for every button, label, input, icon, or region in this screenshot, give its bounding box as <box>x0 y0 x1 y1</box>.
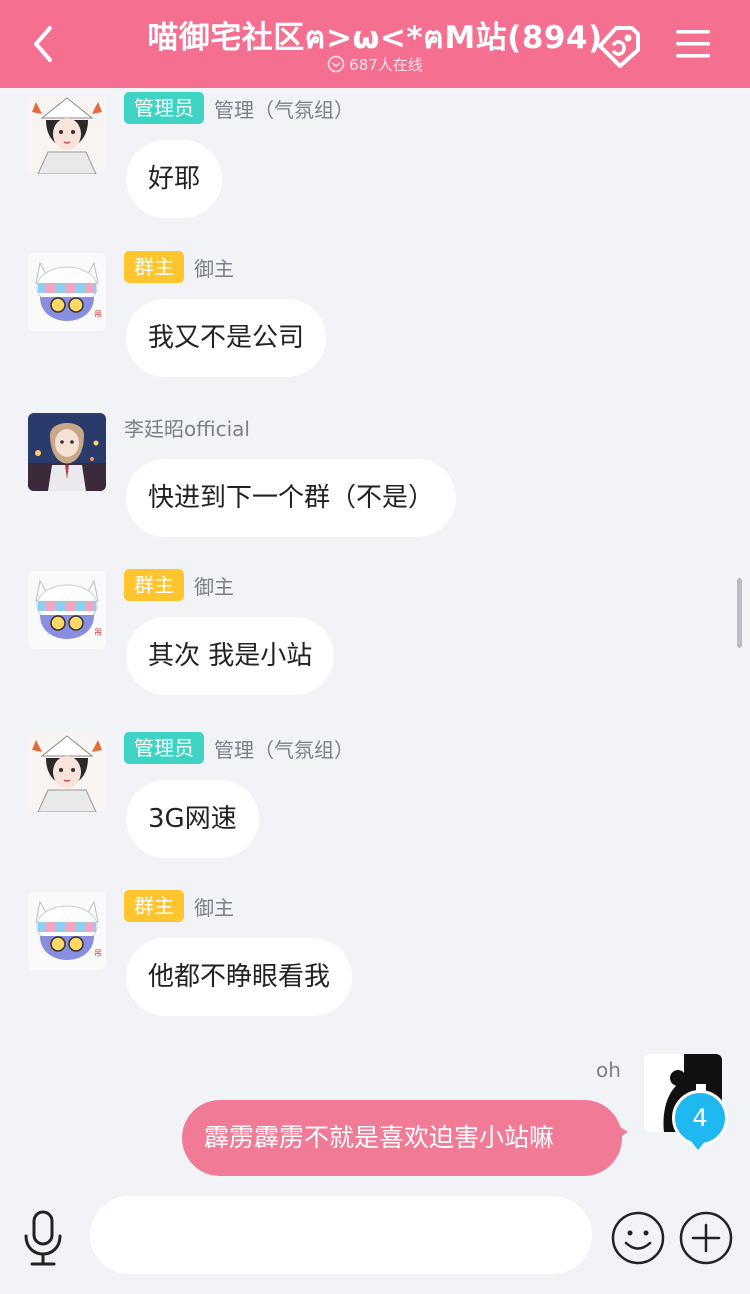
scrollbar[interactable] <box>737 578 742 648</box>
avatar[interactable] <box>28 96 106 174</box>
owner-badge: 群主 <box>124 569 184 601</box>
sender-meta: 群主 御主 <box>124 890 234 922</box>
avatar[interactable] <box>28 413 106 491</box>
message-bubble[interactable]: 快进到下一个群（不是） <box>126 459 457 537</box>
message-bubble[interactable]: 好耶 <box>126 140 223 218</box>
svg-text:吊: 吊 <box>94 949 102 958</box>
sender-meta: 群主 御主 <box>124 251 234 283</box>
message-input[interactable] <box>90 1196 592 1274</box>
unread-badge-tail <box>690 1140 706 1150</box>
svg-text:吊: 吊 <box>94 628 102 637</box>
owner-badge: 群主 <box>124 251 184 283</box>
sender-name: 御主 <box>194 574 234 599</box>
avatar[interactable] <box>28 734 106 812</box>
chat-header: 喵御宅社区ฅ>ω<*ฅM站(894) 687人在线 <box>0 0 750 88</box>
sender-meta: 群主 御主 <box>124 569 234 601</box>
sender-meta: 管理员 管理（气氛组） <box>124 732 354 764</box>
my-message-bubble[interactable]: 霹雳霹雳不就是喜欢迫害小站嘛 <box>182 1100 622 1176</box>
white-hair-girl-avatar-icon <box>28 734 106 812</box>
admin-badge: 管理员 <box>124 732 204 764</box>
sender-name: 御主 <box>194 895 234 920</box>
message-bubble[interactable]: 其次 我是小站 <box>126 617 335 695</box>
my-bubble-tail <box>612 1122 628 1142</box>
emoji-icon[interactable] <box>610 1210 666 1266</box>
white-hair-girl-avatar-icon <box>28 96 106 174</box>
avatar[interactable]: 吊 <box>28 253 106 331</box>
owner-badge: 群主 <box>124 890 184 922</box>
menu-icon[interactable] <box>674 26 712 62</box>
avatar[interactable]: 吊 <box>28 892 106 970</box>
cat-mascot-avatar-icon: 吊 <box>28 253 106 331</box>
sender-meta: 管理员 管理（气氛组） <box>124 92 354 124</box>
plus-icon[interactable] <box>678 1210 734 1266</box>
unread-badge[interactable]: 4 <box>672 1090 728 1146</box>
online-count-text: 687人在线 <box>349 56 423 74</box>
input-bar <box>0 1190 750 1294</box>
uniform-girl-avatar-icon <box>28 413 106 491</box>
sender-name: 管理（气氛组） <box>214 97 354 122</box>
avatar[interactable]: 吊 <box>28 571 106 649</box>
sender-name: 御主 <box>194 256 234 281</box>
mic-icon[interactable] <box>20 1208 66 1268</box>
cat-mascot-avatar-icon: 吊 <box>28 892 106 970</box>
message-bubble[interactable]: 3G网速 <box>126 780 259 858</box>
online-icon <box>327 55 345 73</box>
share-icon[interactable] <box>594 20 646 70</box>
admin-badge: 管理员 <box>124 92 204 124</box>
message-bubble[interactable]: 我又不是公司 <box>126 299 327 377</box>
svg-text:吊: 吊 <box>94 310 102 319</box>
sender-meta: 李廷昭official <box>124 411 250 443</box>
my-sender-name: oh <box>596 1058 621 1082</box>
sender-name: 管理（气氛组） <box>214 737 354 762</box>
message-bubble[interactable]: 他都不睁眼看我 <box>126 938 353 1016</box>
sender-name: 李廷昭official <box>124 416 250 441</box>
cat-mascot-avatar-icon: 吊 <box>28 571 106 649</box>
